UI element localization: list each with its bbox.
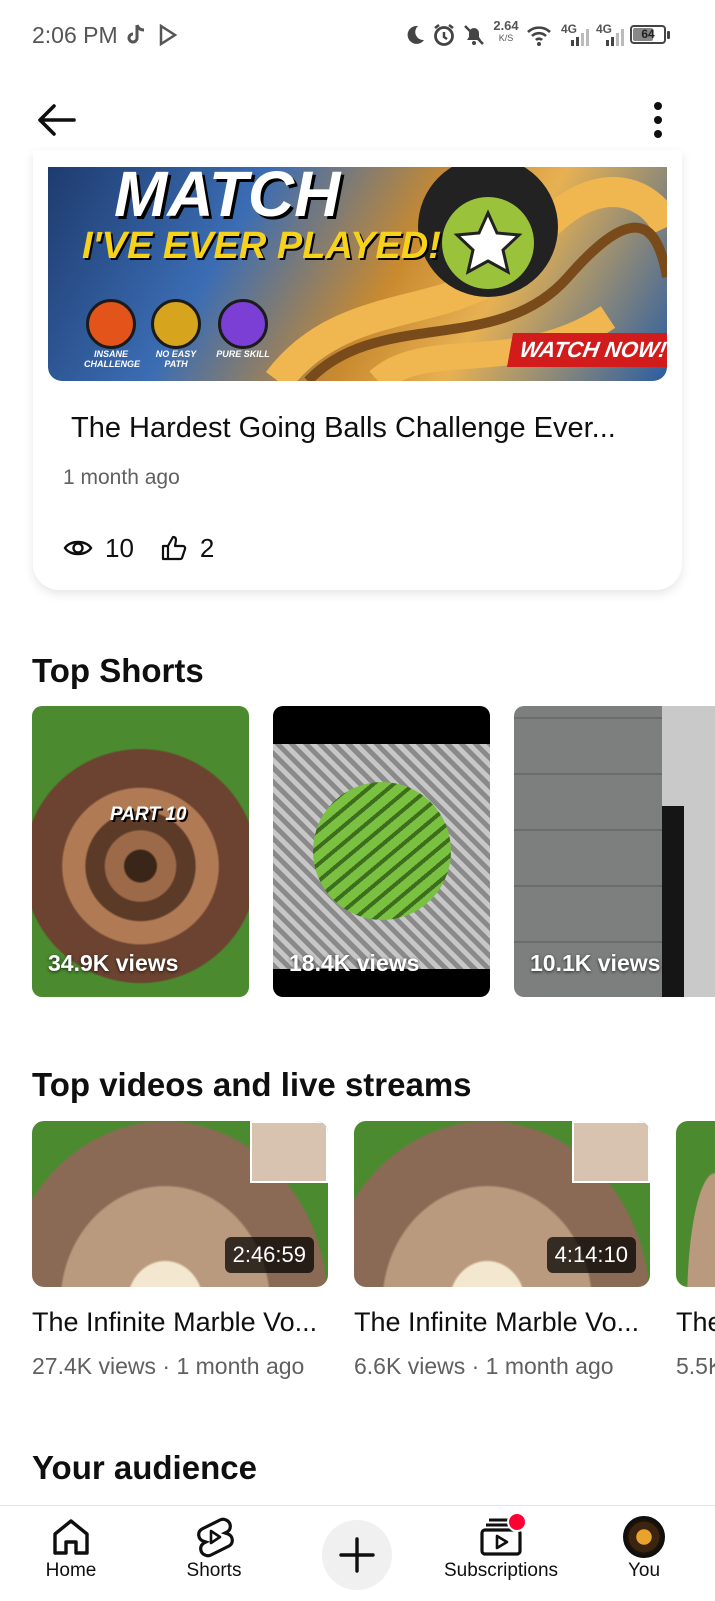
- thumbnail-headline-1: MATCH: [114, 167, 341, 230]
- plus-icon: [339, 1537, 375, 1573]
- net-speed-value: 2.64: [493, 18, 519, 33]
- home-icon: [53, 1519, 89, 1555]
- video-duration: 2:46:59: [224, 1237, 314, 1273]
- avatar: [623, 1516, 665, 1558]
- nav-subscriptions-label: Subscriptions: [443, 1560, 559, 1581]
- moon-icon: [407, 25, 424, 44]
- video-title[interactable]: The Infinite Marble Vo...: [354, 1307, 639, 1338]
- section-title-top-shorts: Top Shorts: [32, 652, 204, 689]
- battery-icon: 64: [630, 25, 670, 44]
- bottom-nav: Home Shorts Subscriptions You: [0, 1505, 715, 1601]
- nav-home[interactable]: Home: [36, 1516, 106, 1582]
- net-speed-unit: K/S: [498, 33, 514, 43]
- nav-subscriptions[interactable]: Subscriptions: [440, 1512, 562, 1582]
- badge-label: NO EASY PATH: [155, 349, 197, 369]
- status-bar: 2:06 PM 2.64 K/S 4G 4G 64: [0, 0, 715, 72]
- watch-now-banner: WATCH NOW!: [507, 333, 667, 367]
- view-count: 10: [105, 532, 134, 563]
- trophy-icon: [151, 299, 201, 349]
- striped-ball-icon: [313, 782, 451, 920]
- video-title[interactable]: The Hardest Going Balls Challenge Ever..…: [71, 412, 616, 445]
- create-button[interactable]: [322, 1520, 392, 1590]
- fire-icon: [86, 299, 136, 349]
- nav-shorts-label: Shorts: [186, 1560, 242, 1581]
- video-meta: 6.6K views · 1 month ago: [354, 1353, 614, 1379]
- tiktok-icon: [127, 24, 145, 44]
- nav-you[interactable]: You: [611, 1516, 677, 1582]
- bell-off-icon: [464, 25, 484, 45]
- short-views: 10.1K views: [530, 950, 661, 976]
- back-arrow-icon[interactable]: [34, 98, 78, 142]
- badge-label: INSANE CHALLENGE: [84, 349, 140, 369]
- short-thumbnail[interactable]: 18.4K views: [273, 706, 490, 997]
- section-title-your-audience: Your audience: [32, 1449, 257, 1486]
- video-thumbnail[interactable]: 4:14:10: [354, 1121, 650, 1287]
- video-thumbnail[interactable]: 2:46:59: [32, 1121, 328, 1287]
- short-overlay-text: PART 10: [110, 804, 187, 825]
- video-duration: 4:14:10: [546, 1237, 636, 1273]
- video-thumbnail[interactable]: MATCH I'VE EVER PLAYED! INSANE CHALLENGE…: [48, 167, 667, 381]
- badge-label: PURE SKILL: [216, 349, 270, 359]
- thumbnail-headline-2: I'VE EVER PLAYED!: [82, 225, 441, 267]
- nav-shorts[interactable]: Shorts: [178, 1516, 250, 1582]
- notification-dot: [507, 1512, 527, 1532]
- thumbs-up-icon: [161, 535, 187, 561]
- video-thumbnail[interactable]: [676, 1121, 715, 1287]
- alarm-icon: [434, 24, 454, 46]
- video-title[interactable]: The Infinite Marble Vo...: [32, 1307, 317, 1338]
- more-vertical-icon[interactable]: [648, 98, 668, 142]
- short-views: 34.9K views: [48, 950, 179, 976]
- video-meta: 5.5K: [676, 1353, 715, 1379]
- battery-level: 64: [641, 27, 655, 41]
- nav-you-label: You: [627, 1560, 661, 1581]
- eye-icon: [63, 540, 93, 556]
- badge-insane-challenge: INSANE CHALLENGE: [84, 299, 140, 369]
- short-views: 18.4K views: [289, 950, 420, 976]
- play-store-icon: [159, 24, 178, 46]
- badge-no-easy-path: NO EASY PATH: [149, 299, 203, 369]
- lightning-icon: [218, 299, 268, 349]
- status-time: 2:06 PM: [32, 22, 118, 48]
- like-count: 2: [199, 532, 215, 563]
- nav-home-label: Home: [45, 1560, 97, 1581]
- video-age: 1 month ago: [63, 466, 180, 489]
- section-title-top-videos: Top videos and live streams: [32, 1066, 472, 1103]
- short-thumbnail[interactable]: 10.1K views: [514, 706, 715, 997]
- badge-pure-skill: PURE SKILL: [216, 299, 270, 359]
- wifi-icon: [527, 26, 551, 46]
- net-speed: 2.64 K/S: [490, 18, 522, 44]
- short-thumbnail[interactable]: PART 10 34.9K views: [32, 706, 249, 997]
- shorts-icon: [197, 1517, 234, 1558]
- signal-bars-icon: [606, 29, 624, 46]
- latest-video-card[interactable]: MATCH I'VE EVER PLAYED! INSANE CHALLENGE…: [33, 150, 682, 590]
- signal-bars-icon: [571, 29, 589, 46]
- video-meta: 27.4K views · 1 month ago: [32, 1353, 305, 1379]
- video-stats: 10 2: [63, 528, 214, 568]
- video-title[interactable]: The: [676, 1307, 715, 1338]
